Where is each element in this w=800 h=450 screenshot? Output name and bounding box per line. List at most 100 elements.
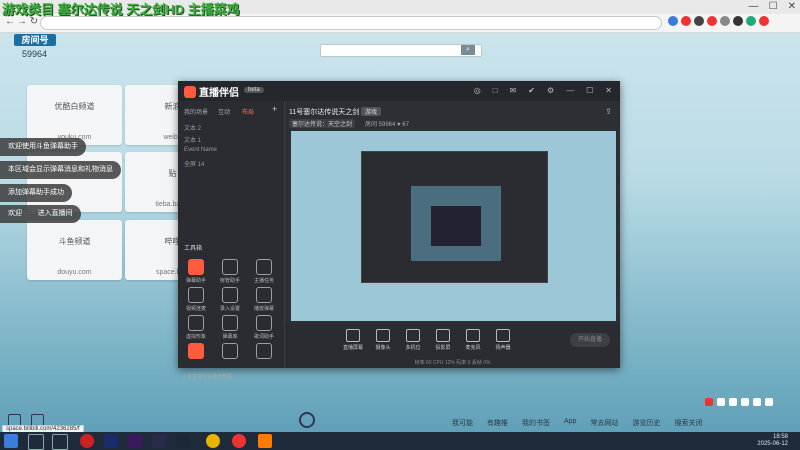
- stream-title[interactable]: 11号塞尔达传说天之剑: [289, 107, 359, 117]
- nav-item[interactable]: 我可能: [452, 418, 473, 428]
- clock-time: 18:58: [772, 434, 788, 440]
- stream-tag[interactable]: 游戏: [361, 107, 382, 116]
- reload-icon[interactable]: ↻: [28, 16, 40, 28]
- tab-interact[interactable]: 互动: [218, 107, 230, 116]
- chrome-icon[interactable]: [206, 434, 220, 448]
- download-icon: [222, 287, 238, 303]
- steam-icon[interactable]: [176, 434, 190, 448]
- home-logo-icon[interactable]: [299, 412, 315, 428]
- tool-label: 视频连麦: [185, 306, 206, 312]
- app-icon[interactable]: [152, 434, 166, 448]
- start-icon[interactable]: [4, 434, 18, 448]
- start-live-button[interactable]: 开始直播: [570, 333, 610, 347]
- tool-lyrics[interactable]: 歌词助手: [250, 315, 278, 340]
- speaker-icon: [496, 329, 510, 342]
- scene-item[interactable]: 文本 1: [184, 135, 201, 144]
- tool-room-admin[interactable]: 房管助手: [216, 259, 244, 284]
- nav-item[interactable]: App: [564, 418, 576, 428]
- tab-layout[interactable]: 布局: [242, 107, 254, 116]
- tool-danmaku-lib[interactable]: 弹幕库: [216, 315, 244, 340]
- maximize-button[interactable]: ☐: [586, 86, 593, 95]
- chat-message: 添加弹幕助手成功: [0, 184, 72, 202]
- projection-button[interactable]: 投影屏: [429, 329, 457, 351]
- scene-item[interactable]: 全屏 14: [184, 159, 204, 168]
- scene-item[interactable]: 文本 2: [184, 123, 201, 132]
- extension-icon[interactable]: [759, 16, 769, 26]
- maximize-button[interactable]: ☐: [769, 1, 778, 12]
- nav-item[interactable]: 搜索关闭: [674, 418, 702, 428]
- ime-logo-icon[interactable]: [705, 398, 713, 406]
- version-badge: beta: [244, 87, 264, 93]
- gift-icon: [188, 343, 204, 359]
- address-bar[interactable]: [40, 16, 662, 30]
- tutorial-link[interactable]: 斗鱼直播伴侣使用教程: [182, 373, 232, 380]
- tool-video-link[interactable]: 视频连麦: [182, 287, 210, 312]
- tool-danmaku[interactable]: 弹幕助手: [182, 259, 210, 284]
- tool-tasks[interactable]: 主播任务: [250, 259, 278, 284]
- app-controls: ◎ □ ✉ ✔ ⚙ — ☐ ✕: [474, 86, 612, 95]
- multi-camera-button[interactable]: 多机位: [399, 329, 427, 351]
- premiere-icon[interactable]: [128, 434, 142, 448]
- nav-item[interactable]: 游览历史: [632, 418, 660, 428]
- extension-icon[interactable]: [681, 16, 691, 26]
- close-button[interactable]: ✕: [605, 86, 612, 95]
- tool-avatar[interactable]: 虚拟形象: [182, 315, 210, 340]
- stream-category[interactable]: 塞尔达传说：天空之剑: [289, 119, 356, 128]
- source-label: 麦克风: [465, 345, 481, 351]
- nav-item[interactable]: 常去网站: [590, 418, 618, 428]
- weibo-icon[interactable]: [232, 434, 246, 448]
- chat-suffix: 进入直播间: [37, 210, 73, 217]
- extension-icon[interactable]: [707, 16, 717, 26]
- minimize-button[interactable]: —: [749, 1, 759, 12]
- photoshop-icon[interactable]: [104, 434, 118, 448]
- tool-extra[interactable]: [182, 343, 210, 361]
- danmaku-icon: [188, 259, 204, 275]
- nav-item[interactable]: 有趣推: [487, 418, 508, 428]
- minimize-button[interactable]: —: [566, 86, 574, 95]
- search-icon[interactable]: ⌕: [461, 45, 475, 55]
- tool-extra[interactable]: [216, 343, 244, 361]
- ime-icon[interactable]: [765, 398, 773, 406]
- avatar[interactable]: ◎: [474, 86, 481, 95]
- tool-play-danmaku[interactable]: 播放弹幕: [250, 287, 278, 312]
- microphone-button[interactable]: 麦克风: [459, 329, 487, 351]
- tool-record[interactable]: 录入设置: [216, 287, 244, 312]
- forward-icon[interactable]: →: [16, 16, 28, 28]
- camera-button[interactable]: 摄像头: [369, 329, 397, 351]
- extension-icon[interactable]: [694, 16, 704, 26]
- extension-icon[interactable]: [733, 16, 743, 26]
- extension-icon[interactable]: [746, 16, 756, 26]
- ime-icon[interactable]: [717, 398, 725, 406]
- live-companion-icon[interactable]: [258, 434, 272, 448]
- gear-icon[interactable]: ⚙: [547, 86, 554, 95]
- tile-youku[interactable]: 优酷白频道 youku.com: [27, 85, 122, 145]
- app-icon[interactable]: [80, 434, 94, 448]
- ime-icon[interactable]: [753, 398, 761, 406]
- speaker-button[interactable]: 扬声器: [489, 329, 517, 351]
- tile-douyu[interactable]: 斗鱼频道 douyu.com: [27, 220, 122, 280]
- search-input[interactable]: [320, 44, 482, 57]
- tab-scenes[interactable]: 我的场景: [184, 107, 208, 116]
- window-icon[interactable]: □: [493, 86, 498, 95]
- ime-icon[interactable]: [741, 398, 749, 406]
- share-icon[interactable]: ⇪: [605, 107, 612, 116]
- clock[interactable]: 18:58 2025-06-12: [757, 434, 788, 448]
- tool-label: 播放弹幕: [253, 306, 274, 312]
- nav-item[interactable]: 我的书签: [522, 418, 550, 428]
- scene-item[interactable]: Event Name: [184, 147, 217, 153]
- extension-icon[interactable]: [720, 16, 730, 26]
- mail-icon[interactable]: ✉: [510, 86, 517, 95]
- camera-icon: [376, 329, 390, 342]
- tool-extra[interactable]: [250, 343, 278, 361]
- screen-capture-button[interactable]: 直播屏幕: [339, 329, 367, 351]
- ime-icon[interactable]: [729, 398, 737, 406]
- tool-label: 虚拟形象: [185, 334, 206, 340]
- back-icon[interactable]: ←: [4, 16, 16, 28]
- close-button[interactable]: ✕: [788, 1, 796, 12]
- check-icon[interactable]: ✔: [528, 86, 535, 95]
- add-icon[interactable]: +: [272, 104, 277, 114]
- search-icon[interactable]: [28, 434, 44, 450]
- extension-icon[interactable]: [668, 16, 678, 26]
- task-view-icon[interactable]: [52, 434, 68, 450]
- app-sidebar: 我的场景 互动 布局 + 文本 2 文本 1 Event Name 全屏 14 …: [178, 101, 285, 380]
